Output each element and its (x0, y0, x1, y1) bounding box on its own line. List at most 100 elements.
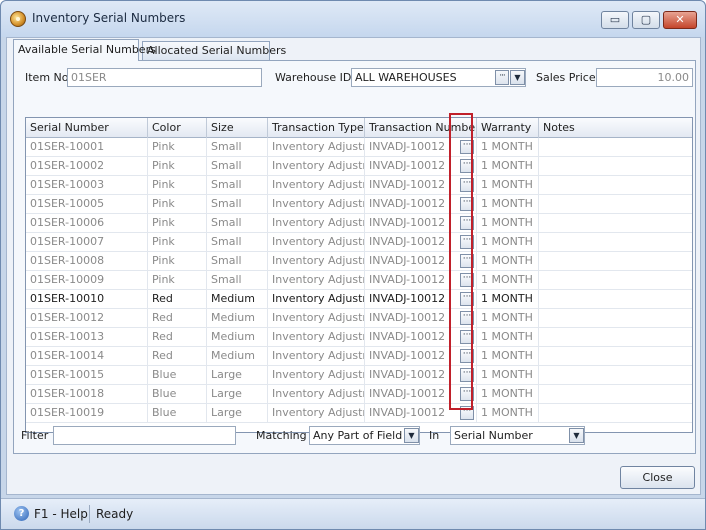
transaction-lookup-button[interactable]: ··· (460, 311, 474, 325)
transaction-type-cell[interactable]: Inventory Adjustment (268, 195, 365, 214)
table-row[interactable]: 01SER-10013RedMediumInventory Adjustment… (26, 328, 692, 347)
table-row[interactable]: 01SER-10012RedMediumInventory Adjustment… (26, 309, 692, 328)
serial-number-cell[interactable]: 01SER-10008 (26, 252, 148, 271)
size-cell[interactable]: Small (207, 271, 268, 290)
transaction-type-cell[interactable]: Inventory Adjustment (268, 138, 365, 157)
notes-cell[interactable] (539, 271, 692, 290)
serial-number-cell[interactable]: 01SER-10013 (26, 328, 148, 347)
help-shortcut[interactable]: F1 - Help (34, 507, 88, 521)
size-cell[interactable]: Large (207, 385, 268, 404)
table-row[interactable]: 01SER-10003PinkSmallInventory Adjustment… (26, 176, 692, 195)
table-row[interactable]: 01SER-10018BlueLargeInventory Adjustment… (26, 385, 692, 404)
transaction-type-cell[interactable]: Inventory Adjustment (268, 233, 365, 252)
size-cell[interactable]: Small (207, 138, 268, 157)
notes-cell[interactable] (539, 233, 692, 252)
color-cell[interactable]: Red (148, 290, 207, 309)
serial-number-cell[interactable]: 01SER-10001 (26, 138, 148, 157)
column-color[interactable]: Color (148, 118, 207, 138)
size-cell[interactable]: Large (207, 404, 268, 423)
transaction-type-cell[interactable]: Inventory Adjustment (268, 309, 365, 328)
warranty-cell[interactable]: 1 MONTH (477, 176, 539, 195)
tab-available-serial-numbers[interactable]: Available Serial Numbers (13, 39, 156, 61)
notes-cell[interactable] (539, 404, 692, 423)
transaction-type-cell[interactable]: Inventory Adjustment (268, 252, 365, 271)
warranty-cell[interactable]: 1 MONTH (477, 328, 539, 347)
color-cell[interactable]: Pink (148, 214, 207, 233)
notes-cell[interactable] (539, 328, 692, 347)
notes-cell[interactable] (539, 347, 692, 366)
tab-allocated-serial-numbers[interactable]: Allocated Serial Numbers (142, 41, 286, 60)
transaction-lookup-button[interactable]: ··· (460, 292, 474, 306)
close-button[interactable]: Close (620, 466, 695, 489)
warranty-cell[interactable]: 1 MONTH (477, 271, 539, 290)
color-cell[interactable]: Red (148, 347, 207, 366)
serial-number-cell[interactable]: 01SER-10007 (26, 233, 148, 252)
transaction-lookup-button[interactable]: ··· (460, 140, 474, 154)
serial-number-cell[interactable]: 01SER-10005 (26, 195, 148, 214)
color-cell[interactable]: Pink (148, 176, 207, 195)
color-cell[interactable]: Pink (148, 138, 207, 157)
notes-cell[interactable] (539, 252, 692, 271)
transaction-type-cell[interactable]: Inventory Adjustment (268, 214, 365, 233)
notes-cell[interactable] (539, 366, 692, 385)
transaction-lookup-button[interactable]: ··· (460, 330, 474, 344)
help-icon[interactable]: ? (14, 506, 29, 521)
size-cell[interactable]: Medium (207, 290, 268, 309)
transaction-lookup-button[interactable]: ··· (460, 197, 474, 211)
table-row[interactable]: 01SER-10001PinkSmallInventory Adjustment… (26, 138, 692, 157)
transaction-lookup-button[interactable]: ··· (460, 178, 474, 192)
size-cell[interactable]: Small (207, 176, 268, 195)
color-cell[interactable]: Pink (148, 195, 207, 214)
transaction-lookup-button[interactable]: ··· (460, 387, 474, 401)
column-transaction-type[interactable]: Transaction Type (268, 118, 365, 138)
table-row[interactable]: 01SER-10014RedMediumInventory Adjustment… (26, 347, 692, 366)
filter-input[interactable] (53, 426, 236, 445)
table-row[interactable]: 01SER-10007PinkSmallInventory Adjustment… (26, 233, 692, 252)
table-row[interactable]: 01SER-10002PinkSmallInventory Adjustment… (26, 157, 692, 176)
notes-cell[interactable] (539, 195, 692, 214)
notes-cell[interactable] (539, 214, 692, 233)
warranty-cell[interactable]: 1 MONTH (477, 309, 539, 328)
warranty-cell[interactable]: 1 MONTH (477, 214, 539, 233)
color-cell[interactable]: Red (148, 309, 207, 328)
transaction-lookup-button[interactable]: ··· (460, 368, 474, 382)
serial-number-cell[interactable]: 01SER-10015 (26, 366, 148, 385)
transaction-lookup-button[interactable]: ··· (460, 349, 474, 363)
serial-number-cell[interactable]: 01SER-10019 (26, 404, 148, 423)
color-cell[interactable]: Pink (148, 271, 207, 290)
title-bar[interactable]: Inventory Serial Numbers ▭ ▢ ✕ (1, 1, 705, 37)
size-cell[interactable]: Small (207, 214, 268, 233)
matching-dropdown-button[interactable]: ▼ (404, 428, 419, 443)
warranty-cell[interactable]: 1 MONTH (477, 290, 539, 309)
table-row[interactable]: 01SER-10019BlueLargeInventory Adjustment… (26, 404, 692, 423)
color-cell[interactable]: Red (148, 328, 207, 347)
size-cell[interactable]: Small (207, 195, 268, 214)
color-cell[interactable]: Blue (148, 385, 207, 404)
sales-price-field[interactable]: 10.00 (596, 68, 693, 87)
column-notes[interactable]: Notes (539, 118, 692, 138)
transaction-type-cell[interactable]: Inventory Adjustment (268, 157, 365, 176)
in-dropdown-button[interactable]: ▼ (569, 428, 584, 443)
transaction-lookup-button[interactable]: ··· (460, 159, 474, 173)
size-cell[interactable]: Small (207, 157, 268, 176)
size-cell[interactable]: Small (207, 252, 268, 271)
table-row[interactable]: 01SER-10006PinkSmallInventory Adjustment… (26, 214, 692, 233)
size-cell[interactable]: Medium (207, 347, 268, 366)
transaction-lookup-button[interactable]: ··· (460, 406, 474, 420)
column-warranty[interactable]: Warranty (477, 118, 539, 138)
serial-number-cell[interactable]: 01SER-10012 (26, 309, 148, 328)
warranty-cell[interactable]: 1 MONTH (477, 233, 539, 252)
warehouse-dropdown-button[interactable]: ▼ (510, 70, 525, 85)
warranty-cell[interactable]: 1 MONTH (477, 195, 539, 214)
color-cell[interactable]: Pink (148, 157, 207, 176)
notes-cell[interactable] (539, 290, 692, 309)
transaction-lookup-button[interactable]: ··· (460, 273, 474, 287)
warranty-cell[interactable]: 1 MONTH (477, 366, 539, 385)
serial-number-cell[interactable]: 01SER-10003 (26, 176, 148, 195)
warranty-cell[interactable]: 1 MONTH (477, 138, 539, 157)
column-serial-number[interactable]: Serial Number (26, 118, 148, 138)
notes-cell[interactable] (539, 309, 692, 328)
minimize-button[interactable]: ▭ (601, 11, 629, 29)
notes-cell[interactable] (539, 176, 692, 195)
warranty-cell[interactable]: 1 MONTH (477, 347, 539, 366)
